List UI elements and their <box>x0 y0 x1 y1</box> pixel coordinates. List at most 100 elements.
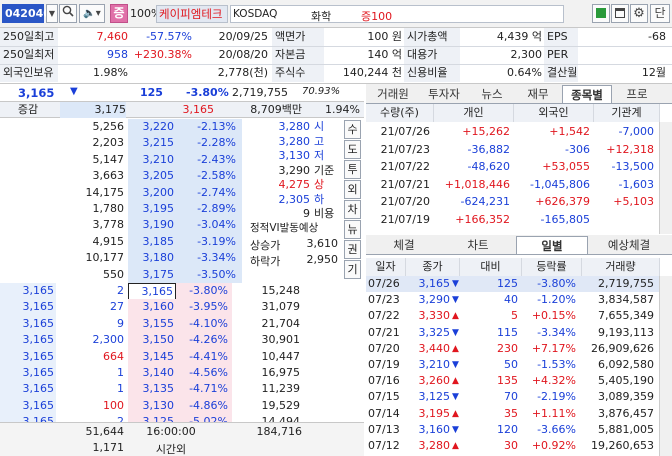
side-button[interactable]: 뉴 <box>344 220 361 239</box>
info-tabs: 거래원 투자자 뉴스 재무 종목별 프로 <box>366 84 672 104</box>
daily-row[interactable]: 07/15 3,125 ▼ 70 -2.19% 3,089,359 <box>366 389 660 405</box>
daily-row[interactable]: 07/14 3,195 ▲ 35 +1.11% 3,876,457 <box>366 406 660 422</box>
tab-3[interactable]: 재무 <box>516 85 560 103</box>
daily-rate: -1.53% <box>537 358 576 371</box>
investor-date: 21/07/19 <box>380 212 430 226</box>
bid-rate: -4.71% <box>176 381 232 398</box>
green-square-icon[interactable] <box>592 4 610 23</box>
ask-price[interactable]: 3,175 <box>128 266 176 283</box>
bid-row[interactable]: 3,165 27 3,160 -3.95% 31,079 <box>0 299 364 316</box>
ask-price[interactable]: 3,200 <box>128 184 176 201</box>
gear-icon[interactable]: ⚙ <box>630 4 648 23</box>
bid-row[interactable]: 3,165 1 3,135 -4.71% 11,239 <box>0 381 364 398</box>
daily-volume: 19,260,653 <box>591 439 654 452</box>
daily-row[interactable]: 07/20 3,440 ▲ 230 +7.17% 26,909,626 <box>366 341 660 357</box>
ask-price[interactable]: 3,220 <box>128 119 176 136</box>
tab-2[interactable]: 뉴스 <box>470 85 514 103</box>
single-view-button[interactable]: 단 <box>650 4 670 23</box>
daily-row[interactable]: 07/16 3,260 ▲ 135 +4.32% 5,405,190 <box>366 373 660 389</box>
investor-foreign: -1,045,806 <box>530 177 590 191</box>
bid-price[interactable]: 3,130 <box>128 397 176 415</box>
tab2-3[interactable]: 예상체결 <box>590 236 668 254</box>
daily-change: 115 <box>497 325 518 339</box>
investor-row[interactable]: 21/07/23 -36,882 -306 +12,318 <box>366 141 660 158</box>
side-button[interactable]: 수 <box>344 120 361 139</box>
stat-label: 기준 <box>314 163 335 177</box>
current-price: 3,165 <box>18 86 55 100</box>
total-bid: 184,716 <box>256 425 303 438</box>
bid-row[interactable]: 3,165 1 3,140 -4.56% 16,975 <box>0 365 364 382</box>
side-button[interactable]: 투 <box>344 160 361 179</box>
investor-foreign: +626,379 <box>535 195 590 208</box>
daily-row[interactable]: 07/22 3,330 ▲ 5 +0.15% 7,655,349 <box>366 308 660 324</box>
dropdown-arrow-icon[interactable]: ▼ <box>46 4 58 23</box>
after-hours-qty: 1,171 <box>92 441 125 454</box>
investor-row[interactable]: 21/07/20 -624,231 +626,379 +5,103 <box>366 193 660 210</box>
ask-qty: 5,256 <box>92 120 125 133</box>
daily-row[interactable]: 07/23 3,290 ▼ 40 -1.20% 3,834,587 <box>366 292 660 308</box>
tab-4[interactable]: 종목별 <box>562 85 612 103</box>
ask-price[interactable]: 3,210 <box>128 151 176 169</box>
investor-row[interactable]: 21/07/19 +166,352 -165,805 <box>366 211 660 228</box>
ask-price[interactable]: 3,185 <box>128 233 176 251</box>
side-button[interactable]: 권 <box>344 240 361 259</box>
investor-individual: +1,018,446 <box>444 177 510 191</box>
tab-5[interactable]: 프로 <box>614 85 660 103</box>
bid-price[interactable]: 3,145 <box>128 348 176 365</box>
tab-1[interactable]: 투자자 <box>420 85 468 103</box>
investor-individual: -36,882 <box>467 142 510 156</box>
speaker-icon[interactable]: 🔈▾ <box>79 4 105 23</box>
daily-row[interactable]: 07/13 3,160 ▼ 120 -3.66% 5,881,005 <box>366 422 660 438</box>
trade-qty: 27 <box>110 300 124 314</box>
investor-row[interactable]: 21/07/22 -48,620 +53,055 -13,500 <box>366 158 660 175</box>
daily-close: 3,290 <box>418 293 451 307</box>
daily-date: 07/13 <box>368 422 400 436</box>
investor-header[interactable]: 수량(주) <box>366 104 434 122</box>
side-button[interactable]: 도 <box>344 140 361 159</box>
daily-row[interactable]: 07/12 3,280 ▲ 30 +0.92% 19,260,653 <box>366 438 660 454</box>
daily-row[interactable]: 07/26 3,165 ▼ 125 -3.80% 2,719,755 <box>366 276 660 292</box>
investor-row[interactable]: 21/07/21 +1,018,446 -1,045,806 -1,603 <box>366 176 660 193</box>
bid-row[interactable]: 3,165 2,300 3,150 -4.26% 30,901 <box>0 332 364 349</box>
ask-price[interactable]: 3,180 <box>128 250 176 267</box>
side-button[interactable]: 기 <box>344 260 361 279</box>
investor-row[interactable]: 21/07/26 +15,262 +1,542 -7,000 <box>366 123 660 140</box>
ask-price[interactable]: 3,215 <box>128 135 176 152</box>
window-icon[interactable] <box>611 4 629 23</box>
ask-price[interactable]: 3,190 <box>128 217 176 234</box>
tab2-1[interactable]: 차트 <box>442 236 514 254</box>
tab2-0[interactable]: 체결 <box>368 236 440 254</box>
daily-header: 대비 <box>460 258 522 276</box>
bid-price[interactable]: 3,140 <box>128 365 176 382</box>
stock-code-input[interactable]: 042040 <box>2 4 51 23</box>
bid-price[interactable]: 3,135 <box>128 381 176 398</box>
bid-price[interactable]: 3,150 <box>128 332 176 349</box>
bid-qty: 10,447 <box>261 349 301 363</box>
bid-row[interactable]: 3,165 100 3,130 -4.86% 19,529 <box>0 397 364 415</box>
tab2-2[interactable]: 일별 <box>516 236 588 254</box>
header-value: 1.94% <box>325 103 360 116</box>
bid-row[interactable]: 3,165 9 3,155 -4.10% 21,704 <box>0 315 364 333</box>
side-button[interactable]: 차 <box>344 200 361 219</box>
daily-row[interactable]: 07/21 3,325 ▼ 115 -3.34% 9,193,113 <box>366 325 660 341</box>
bid-price[interactable]: 3,160 <box>128 299 176 316</box>
ask-price[interactable]: 3,195 <box>128 201 176 218</box>
ask-price[interactable]: 3,205 <box>128 168 176 185</box>
bid-row[interactable]: 3,165 2 3,165 -3.80% 15,248 <box>0 283 364 302</box>
scrollbar[interactable] <box>659 276 672 456</box>
daily-row[interactable]: 07/19 3,210 ▼ 50 -1.53% 6,092,580 <box>366 357 660 373</box>
ask-qty: 2,203 <box>92 136 125 150</box>
stat-value: 2,305 <box>278 192 311 206</box>
info-value: 100 원 <box>367 30 402 43</box>
daily-close: 3,125 <box>418 390 451 404</box>
bid-price[interactable]: 3,155 <box>128 315 176 333</box>
info-rate: +230.38% <box>133 48 192 61</box>
side-button[interactable]: 외 <box>344 180 361 199</box>
bid-row[interactable]: 3,165 664 3,145 -4.41% 10,447 <box>0 348 364 365</box>
investor-date: 21/07/22 <box>380 160 430 173</box>
search-icon[interactable] <box>59 4 77 23</box>
trade-price: 3,165 <box>0 315 56 333</box>
daily-change: 120 <box>497 422 518 436</box>
scrollbar[interactable] <box>659 122 672 234</box>
tab-0[interactable]: 거래원 <box>368 85 418 103</box>
